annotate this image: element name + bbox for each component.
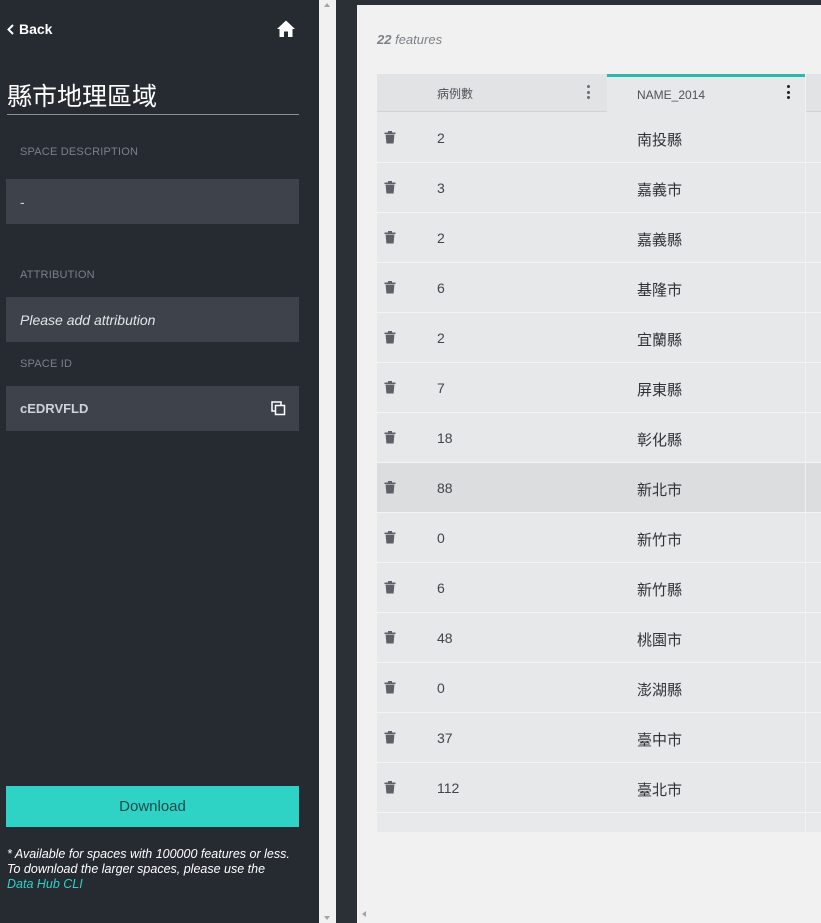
cell-name[interactable]: 基隆市: [637, 279, 682, 300]
scroll-down-arrow-icon[interactable]: [324, 916, 330, 920]
data-hub-cli-link[interactable]: Data Hub CLI: [7, 877, 307, 892]
table-header: 病例數 NAME_2014: [377, 74, 821, 112]
column-header-name-label: NAME_2014: [637, 87, 706, 102]
attribution-label: ATTRIBUTION: [20, 269, 95, 281]
features-panel: 22 features 病例數 NAME_2014 2 南投縣 3 嘉義市 2 嘉義縣 6 基…: [357, 5, 821, 923]
trash-icon[interactable]: [384, 231, 396, 244]
cell-count[interactable]: 2: [437, 330, 445, 346]
cell-name[interactable]: 新北市: [637, 479, 682, 500]
trash-icon[interactable]: [384, 331, 396, 344]
space-id-field: cEDRVFLD: [6, 386, 299, 431]
feature-count-number: 22: [377, 32, 392, 47]
space-description-value: -: [20, 193, 25, 210]
table-row[interactable]: 48 桃園市: [377, 613, 821, 663]
sidebar: Back 縣市地理區域 SPACE DESCRIPTION - ATTRIBUT…: [0, 0, 319, 923]
column-count-menu-icon[interactable]: [581, 84, 595, 100]
table-row[interactable]: 18 彰化縣: [377, 413, 821, 463]
space-id-value: cEDRVFLD: [20, 401, 89, 416]
trash-icon[interactable]: [384, 431, 396, 444]
table-row[interactable]: 37 臺中市: [377, 713, 821, 763]
cell-count[interactable]: 3: [437, 180, 445, 196]
table-row[interactable]: 6 基隆市: [377, 263, 821, 313]
table-row[interactable]: 2 宜蘭縣: [377, 313, 821, 363]
cell-name[interactable]: 桃園市: [637, 629, 682, 650]
cell-count[interactable]: 112: [437, 780, 459, 796]
trash-icon[interactable]: [384, 631, 396, 644]
cell-count[interactable]: 0: [437, 680, 445, 696]
space-title[interactable]: 縣市地理區域: [7, 82, 299, 115]
cell-count[interactable]: 18: [437, 430, 453, 446]
cell-name[interactable]: 臺北市: [637, 779, 682, 800]
back-label: Back: [19, 21, 53, 37]
cell-name[interactable]: 臺中市: [637, 729, 682, 750]
trash-icon[interactable]: [384, 781, 396, 794]
cell-name[interactable]: 屏東縣: [637, 379, 682, 400]
table-row[interactable]: 0 澎湖縣: [377, 663, 821, 713]
download-note-line2: To download the larger spaces, please us…: [7, 862, 266, 876]
feature-count: 22 features: [377, 32, 442, 47]
table-row[interactable]: 7 屏東縣: [377, 363, 821, 413]
download-note: * Available for spaces with 100000 featu…: [7, 847, 307, 892]
features-table: 病例數 NAME_2014 2 南投縣 3 嘉義市 2 嘉義縣 6 基隆市 2 宜蘭縣 7 屏東縣 18…: [377, 74, 821, 832]
home-icon[interactable]: [276, 19, 296, 39]
column-separator: [805, 74, 806, 832]
download-note-line1: * Available for spaces with 100000 featu…: [7, 847, 290, 861]
attribution-placeholder: Please add attribution: [20, 311, 156, 328]
trash-icon[interactable]: [384, 581, 396, 594]
cell-name[interactable]: 宜蘭縣: [637, 329, 682, 350]
trash-icon[interactable]: [384, 481, 396, 494]
cell-count[interactable]: 6: [437, 280, 445, 296]
table-row[interactable]: 88 新北市: [377, 463, 821, 513]
trash-icon[interactable]: [384, 381, 396, 394]
table-row[interactable]: 2 嘉義縣: [377, 213, 821, 263]
copy-icon[interactable]: [271, 401, 286, 416]
space-description-label: SPACE DESCRIPTION: [20, 146, 139, 158]
cell-name[interactable]: 彰化縣: [637, 429, 682, 450]
column-name-menu-icon[interactable]: [781, 84, 795, 100]
cell-count[interactable]: 0: [437, 530, 445, 546]
cell-count[interactable]: 48: [437, 630, 453, 646]
back-button[interactable]: Back: [7, 21, 52, 37]
scroll-up-arrow-icon[interactable]: [324, 3, 330, 7]
cell-name[interactable]: 南投縣: [637, 129, 682, 150]
table-row[interactable]: 0 新竹市: [377, 513, 821, 563]
trash-icon[interactable]: [384, 181, 396, 194]
cell-count[interactable]: 88: [437, 480, 453, 496]
feature-count-suffix: features: [395, 32, 443, 47]
trash-icon[interactable]: [384, 731, 396, 744]
trash-icon[interactable]: [384, 531, 396, 544]
trash-icon[interactable]: [384, 681, 396, 694]
cell-count[interactable]: 6: [437, 580, 445, 596]
cell-name[interactable]: 嘉義市: [637, 179, 682, 200]
cell-name[interactable]: 嘉義縣: [637, 229, 682, 250]
column-header-count-label: 病例數: [437, 86, 474, 101]
trash-icon[interactable]: [384, 131, 396, 144]
cell-name[interactable]: 新竹縣: [637, 579, 682, 600]
table-row[interactable]: 112 臺北市: [377, 763, 821, 813]
cell-count[interactable]: 7: [437, 380, 445, 396]
download-button[interactable]: Download: [6, 786, 299, 827]
trash-icon[interactable]: [384, 281, 396, 294]
attribution-field[interactable]: Please add attribution: [6, 297, 299, 342]
cell-count[interactable]: 2: [437, 130, 445, 146]
space-description-field[interactable]: -: [6, 179, 299, 224]
cell-name[interactable]: 澎湖縣: [637, 679, 682, 700]
table-row[interactable]: 2 南投縣: [377, 113, 821, 163]
pane-gap: [336, 0, 357, 923]
cell-count[interactable]: 2: [437, 230, 445, 246]
table-row[interactable]: 6 新竹縣: [377, 563, 821, 613]
cell-count[interactable]: 37: [437, 730, 453, 746]
column-header-name[interactable]: NAME_2014: [607, 74, 806, 112]
space-id-label: SPACE ID: [20, 358, 73, 370]
table-row[interactable]: 3 嘉義市: [377, 163, 821, 213]
cell-name[interactable]: 新竹市: [637, 529, 682, 550]
sidebar-scrollbar[interactable]: [319, 0, 336, 923]
chevron-left-icon: [7, 23, 14, 35]
scroll-left-arrow-icon[interactable]: [362, 911, 366, 917]
